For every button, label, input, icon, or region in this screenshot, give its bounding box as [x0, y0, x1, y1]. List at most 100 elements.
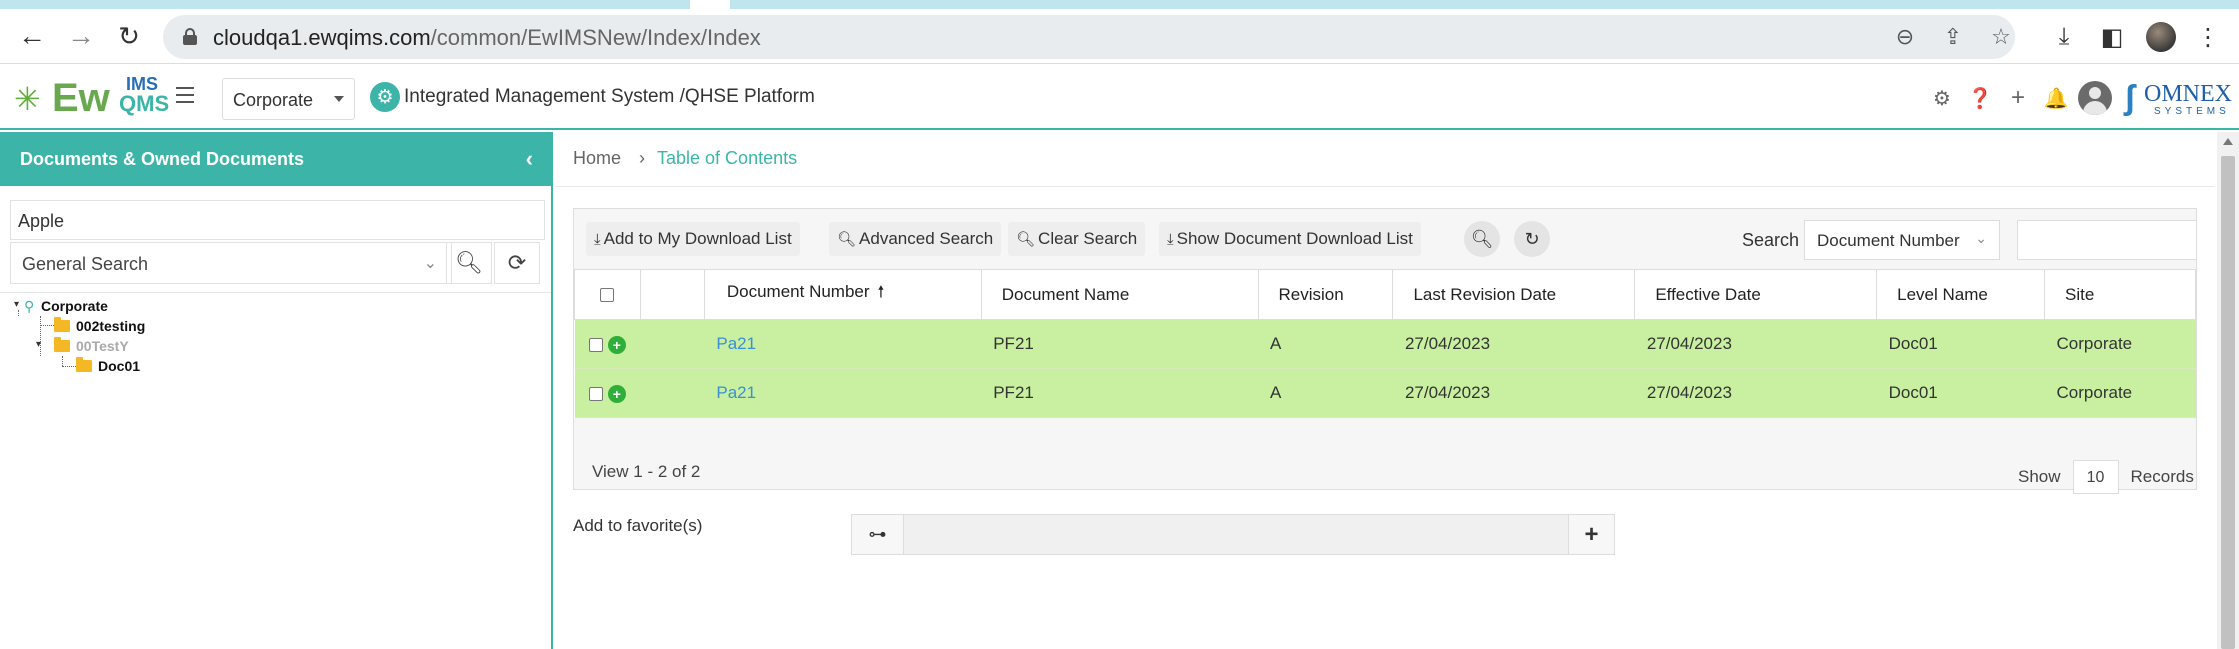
collapse-chevron-icon[interactable]: ‹	[526, 148, 533, 170]
column-level-name[interactable]: Level Name	[1876, 269, 2046, 320]
page-size-input[interactable]: 10	[2072, 460, 2119, 494]
tree-line	[18, 310, 19, 316]
reload-icon[interactable]: ↻	[114, 21, 144, 51]
pager-view-text: View 1 - 2 of 2	[592, 462, 701, 481]
column-label: Site	[2065, 284, 2095, 304]
folder-icon	[54, 337, 70, 352]
expand-plus-icon[interactable]: +	[607, 335, 626, 354]
notification-bell-icon[interactable]: 🔔	[2043, 85, 2069, 111]
tree-search-input[interactable]: Apple	[10, 200, 545, 240]
column-last-revision-date[interactable]: Last Revision Date	[1392, 269, 1636, 320]
left-panel-title: Documents & Owned Documents	[20, 149, 305, 169]
favorites-label: Add to favorite(s)	[573, 516, 703, 535]
cell-last-revision-date: 27/04/2023	[1392, 368, 1635, 418]
lock-icon[interactable]	[183, 28, 197, 45]
cell-document-name: PF21	[981, 319, 1259, 369]
refresh-icon: ⟳	[507, 250, 527, 275]
grid-search-input[interactable]	[2017, 220, 2197, 260]
search-field-select[interactable]: Document Number ⌄	[1804, 220, 2000, 260]
page-scrollbar[interactable]	[2217, 132, 2239, 649]
cell-level-name: Doc01	[1876, 368, 2045, 418]
grid-search-button[interactable]: 🔍︎	[1464, 221, 1500, 257]
add-favorite-button[interactable]: +	[1568, 515, 1614, 554]
add-icon[interactable]: +	[2005, 84, 2031, 111]
tree-collapse-toggle[interactable]: ▾	[14, 299, 19, 310]
page-size-control: Show 10 Records	[2018, 460, 2194, 494]
favorites-picker[interactable]: ⊶ +	[851, 514, 1615, 555]
plus-icon: +	[1584, 520, 1599, 548]
table-row[interactable]: + Pa21 PF21 A 27/04/2023 27/04/2023 Doc0…	[574, 368, 2196, 418]
more-menu-icon[interactable]: ⋮	[2192, 21, 2224, 53]
grid-refresh-button[interactable]: ↻	[1514, 221, 1550, 257]
document-number-link[interactable]: Pa21	[716, 383, 756, 402]
table-header-row: Document Number 🠕 Document Name Revision …	[574, 269, 2196, 320]
address-bar[interactable]: cloudqa1.ewqims.com/common/EwIMSNew/Inde…	[163, 15, 2015, 59]
column-document-name[interactable]: Document Name	[980, 269, 1259, 320]
document-tree: ▾ ⚲ Corporate 002testing ▾ 00TestY Doc01	[10, 296, 540, 386]
scroll-thumb[interactable]	[2221, 156, 2235, 649]
clear-search-button[interactable]: 🔍︎ Clear Search	[1008, 222, 1146, 256]
org-tree-button[interactable]: ⊶	[852, 515, 904, 554]
tree-collapse-toggle[interactable]: ▾	[36, 339, 41, 350]
search-mode-select[interactable]: General Search ⌄	[10, 242, 452, 284]
side-panel-icon[interactable]: ◧	[2096, 21, 2128, 53]
forward-icon[interactable]: →	[66, 20, 96, 51]
cell-last-revision-date: 27/04/2023	[1392, 319, 1635, 369]
search-mode-value: General Search	[22, 254, 149, 274]
logo-ew: Ew	[52, 76, 110, 120]
back-icon[interactable]: ←	[17, 20, 47, 51]
select-all-cell	[574, 269, 641, 320]
main-content: Home › Table of Contents ⤓ Add to My Downlo…	[555, 132, 2215, 649]
platform-title: Integrated Management System /QHSE Platf…	[404, 86, 815, 107]
sort-up-arrow-icon: 🠕	[877, 284, 885, 301]
divider	[0, 292, 551, 293]
add-to-download-list-button[interactable]: ⤓ Add to My Download List	[586, 222, 800, 256]
divider	[555, 186, 2215, 187]
tree-refresh-button[interactable]: ⟳	[494, 242, 540, 284]
document-number-link[interactable]: Pa21	[716, 334, 756, 353]
tree-line	[62, 366, 76, 367]
column-document-number[interactable]: Document Number 🠕	[703, 269, 982, 320]
zoom-search-icon: 🔍︎	[1016, 231, 1036, 248]
help-icon[interactable]: ❓	[1967, 85, 1993, 111]
table-row[interactable]: + Pa21 PF21 A 27/04/2023 27/04/2023 Doc0…	[574, 319, 2196, 369]
row-checkbox[interactable]	[589, 337, 604, 352]
breadcrumb-current[interactable]: Table of Contents	[657, 148, 797, 168]
column-effective-date[interactable]: Effective Date	[1634, 269, 1878, 320]
breadcrumb-home[interactable]: Home	[573, 148, 621, 168]
chevron-down-icon: ⌄	[423, 255, 437, 272]
browser-toolbar: ← → ↻ cloudqa1.ewqims.com/common/EwIMSNe…	[0, 9, 2239, 64]
tree-search-button[interactable]: 🔍︎	[446, 242, 492, 284]
select-all-checkbox[interactable]	[600, 288, 615, 303]
expand-plus-icon[interactable]: +	[607, 384, 626, 403]
cell-document-number: Pa21	[704, 319, 982, 369]
tab-strip	[0, 0, 2239, 9]
download-icon: ⤓	[594, 231, 601, 248]
bookmark-star-icon[interactable]: ☆	[1987, 23, 2015, 51]
url-text[interactable]: cloudqa1.ewqims.com/common/EwIMSNew/Inde…	[213, 25, 761, 51]
ewqims-logo[interactable]: ✳ Ew IMS QMS	[14, 73, 169, 121]
user-avatar[interactable]	[2078, 81, 2112, 115]
documents-grid: ⤓ Add to My Download List 🔍︎ Advanced Sear…	[573, 208, 2197, 494]
hamburger-menu-icon[interactable]	[176, 87, 194, 103]
search-field-value: Document Number	[1817, 231, 1960, 250]
tree-node-002testing[interactable]: 002testing	[54, 316, 145, 336]
download-icon[interactable]: ⤓	[2048, 21, 2080, 53]
tree-node-00testy[interactable]: 00TestY	[54, 336, 129, 356]
cell-revision: A	[1258, 368, 1393, 418]
row-checkbox[interactable]	[589, 386, 604, 401]
caret-down-icon	[334, 96, 344, 102]
location-pin-icon: ⚲	[24, 298, 35, 314]
column-revision[interactable]: Revision	[1257, 269, 1394, 320]
tree-node-doc01[interactable]: Doc01	[76, 356, 140, 376]
site-select[interactable]: Corporate	[222, 78, 355, 120]
zoom-out-icon[interactable]: ⊖	[1891, 23, 1919, 51]
show-download-list-button[interactable]: ⤓ Show Document Download List	[1159, 222, 1421, 256]
column-site[interactable]: Site	[2044, 269, 2196, 320]
advanced-search-button[interactable]: 🔍︎ Advanced Search	[829, 222, 1002, 256]
profile-avatar[interactable]	[2146, 22, 2176, 52]
tree-node-corporate[interactable]: ⚲ Corporate	[24, 296, 108, 316]
settings-gear-icon[interactable]: ⚙	[1929, 85, 1955, 111]
share-icon[interactable]: ⇪	[1939, 23, 1967, 51]
scroll-up-arrow-icon[interactable]	[2223, 138, 2233, 145]
